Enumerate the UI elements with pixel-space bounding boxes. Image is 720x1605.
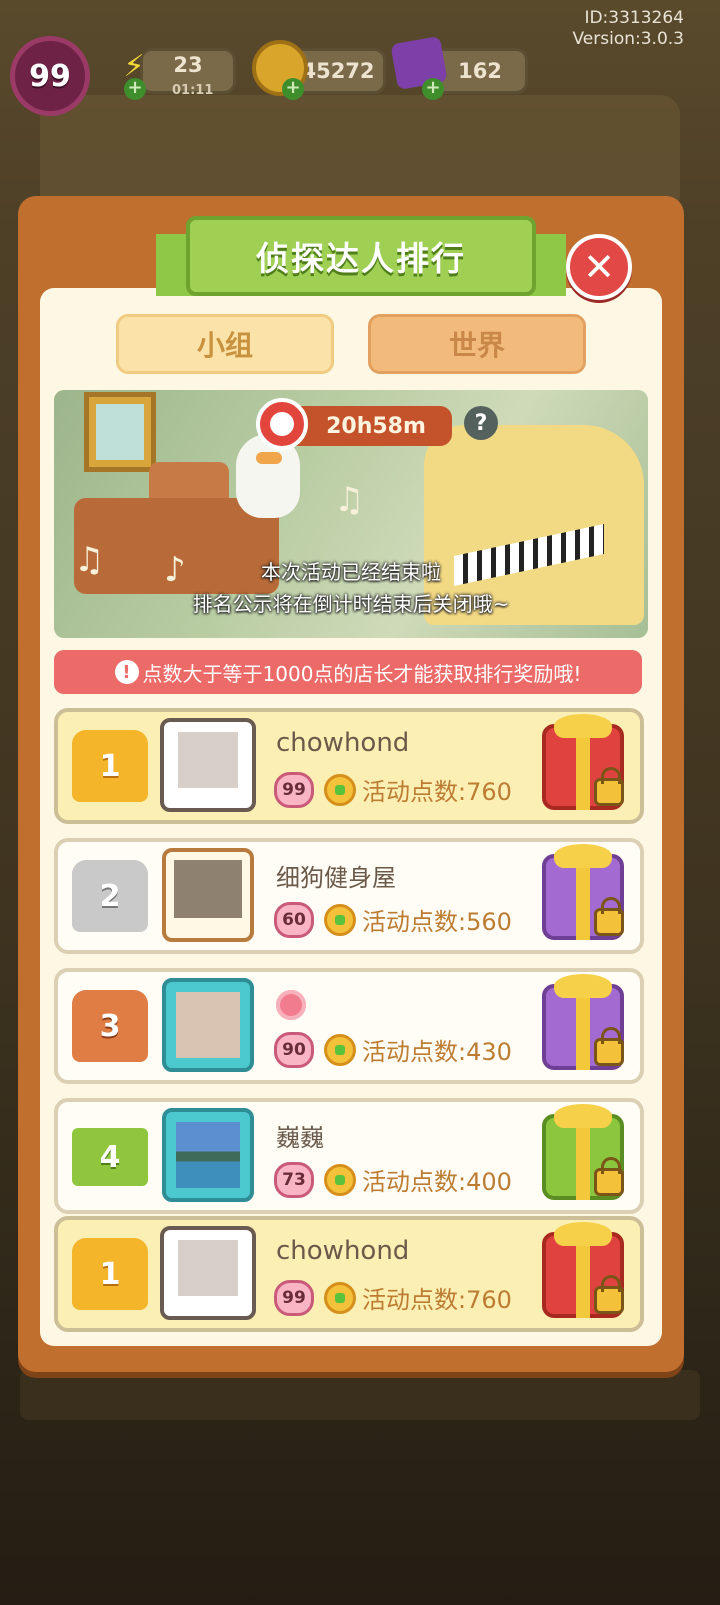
my-rank-row[interactable]: 1 chowhond 99 活动点数:760 bbox=[54, 1216, 644, 1332]
rank-number: 1 bbox=[99, 748, 121, 784]
energy-value: 23 bbox=[173, 53, 203, 77]
leaderboard-row[interactable]: 4 巍巍 73 活动点数:400 bbox=[54, 1098, 644, 1214]
coins-plus-button[interactable]: + bbox=[282, 78, 304, 100]
avatar[interactable] bbox=[162, 978, 254, 1072]
alert-icon: ! bbox=[114, 660, 139, 684]
leaderboard-row[interactable]: 2 细狗健身屋 60 活动点数:560 bbox=[54, 838, 644, 954]
close-icon: ✕ bbox=[583, 245, 615, 289]
tab-group-label: 小组 bbox=[196, 329, 253, 362]
player-level: 60 bbox=[282, 910, 306, 930]
clover-points-icon bbox=[324, 1164, 356, 1196]
leaderboard-modal: 侦探达人排行 ✕ 小组 世界 ♫ ♪ ♫ 20h58m ? 本次活动已经结束啦 … bbox=[18, 196, 684, 1372]
clover-points-icon bbox=[324, 1034, 356, 1066]
countdown-value: 20h58m bbox=[326, 413, 426, 439]
player-level-value: 99 bbox=[29, 58, 71, 94]
event-points: 活动点数:430 bbox=[362, 1038, 512, 1066]
rank-flag-icon: 4 bbox=[72, 1128, 148, 1186]
modal-title: 侦探达人排行 bbox=[256, 239, 466, 278]
crown-icon: 3 bbox=[72, 990, 148, 1062]
gems-value: 162 bbox=[458, 59, 502, 83]
heart-level-icon: 99 bbox=[274, 772, 314, 808]
tab-world[interactable]: 世界 bbox=[368, 314, 586, 374]
crown-icon: 2 bbox=[72, 860, 148, 932]
player-name: 细狗健身屋 bbox=[276, 864, 396, 892]
lock-icon bbox=[594, 897, 624, 936]
heart-level-icon: 90 bbox=[274, 1032, 314, 1068]
user-id-text: ID:3313264 bbox=[584, 8, 684, 28]
energy-timer: 01:11 bbox=[172, 83, 214, 98]
tab-world-label: 世界 bbox=[448, 329, 505, 362]
music-note-icon: ♫ bbox=[334, 480, 365, 520]
clock-icon bbox=[256, 398, 308, 450]
heart-level-icon: 60 bbox=[274, 902, 314, 938]
avatar[interactable] bbox=[162, 1108, 254, 1202]
ranking-closing-text: 排名公示将在倒计时结束后关闭哦~ bbox=[192, 592, 510, 616]
avatar[interactable] bbox=[162, 848, 254, 942]
gems-counter[interactable]: 162 bbox=[432, 48, 528, 94]
crown-icon: 1 bbox=[72, 1238, 148, 1310]
rank-number: 3 bbox=[99, 1008, 121, 1044]
heart-level-icon: 73 bbox=[274, 1162, 314, 1198]
player-level: 99 bbox=[282, 1288, 306, 1308]
event-points: 活动点数:400 bbox=[362, 1168, 512, 1196]
heart-level-icon: 99 bbox=[274, 1280, 314, 1316]
clover-points-icon bbox=[324, 1282, 356, 1314]
leaderboard-row[interactable]: 1 chowhond 99 活动点数:760 bbox=[54, 708, 644, 824]
build-info: ID:3313264 Version:3.0.3 bbox=[573, 8, 685, 50]
energy-plus-button[interactable]: + bbox=[124, 78, 146, 100]
help-icon[interactable]: ? bbox=[464, 406, 498, 440]
event-points: 活动点数:760 bbox=[362, 778, 512, 806]
rank-number: 2 bbox=[99, 878, 121, 914]
title-ribbon: 侦探达人排行 bbox=[186, 216, 536, 296]
gems-plus-button[interactable]: + bbox=[422, 78, 444, 100]
event-points: 活动点数:560 bbox=[362, 908, 512, 936]
version-text: Version:3.0.3 bbox=[572, 29, 685, 49]
player-name: chowhond bbox=[276, 1236, 410, 1266]
lock-icon bbox=[594, 1157, 624, 1196]
rank-number: 1 bbox=[99, 1256, 121, 1292]
avatar[interactable] bbox=[160, 1226, 256, 1320]
event-ended-text: 本次活动已经结束啦 bbox=[261, 560, 441, 584]
lock-icon bbox=[594, 1027, 624, 1066]
painting-illustration bbox=[84, 392, 156, 472]
flower-icon bbox=[276, 990, 306, 1020]
tab-group[interactable]: 小组 bbox=[116, 314, 334, 374]
event-points: 活动点数:760 bbox=[362, 1286, 512, 1314]
avatar[interactable] bbox=[160, 718, 256, 812]
player-level: 73 bbox=[282, 1170, 306, 1190]
rank-number: 4 bbox=[99, 1139, 121, 1175]
player-level-badge[interactable]: 99 bbox=[10, 36, 90, 116]
background-counter bbox=[20, 1370, 700, 1420]
clover-points-icon bbox=[324, 904, 356, 936]
lock-icon bbox=[594, 767, 624, 806]
player-level: 99 bbox=[282, 780, 306, 800]
close-button[interactable]: ✕ bbox=[566, 234, 632, 300]
coins-value: 45272 bbox=[301, 59, 375, 83]
player-name: chowhond bbox=[276, 728, 410, 758]
event-banner: ♫ ♪ ♫ 20h58m ? 本次活动已经结束啦 排名公示将在倒计时结束后关闭哦… bbox=[54, 390, 648, 638]
clover-points-icon bbox=[324, 774, 356, 806]
reward-notice-text: 点数大于等于1000点的店长才能获取排行奖励哦! bbox=[142, 661, 582, 686]
reward-notice: ! 点数大于等于1000点的店长才能获取排行奖励哦! bbox=[54, 650, 642, 694]
lock-icon bbox=[594, 1275, 624, 1314]
leaderboard-row[interactable]: 3 90 活动点数:430 bbox=[54, 968, 644, 1084]
player-level: 90 bbox=[282, 1040, 306, 1060]
crown-icon: 1 bbox=[72, 730, 148, 802]
player-name: 巍巍 bbox=[276, 1124, 324, 1152]
